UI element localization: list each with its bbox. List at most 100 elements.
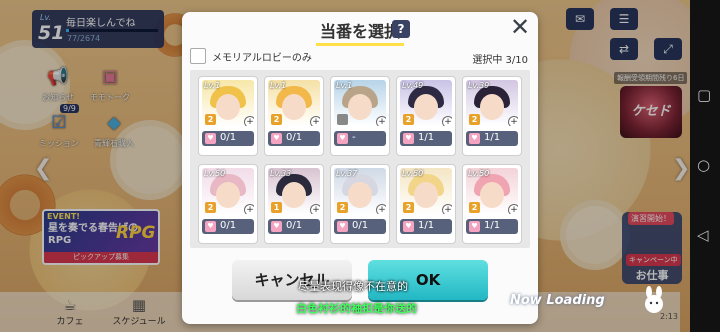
back-square-icon[interactable]: ▢ — [697, 86, 711, 104]
add-icon[interactable]: + — [244, 204, 254, 214]
student-rank: 2 — [337, 202, 348, 213]
now-loading-text: Now Loading — [510, 293, 605, 308]
lobby-count-row: ♥ 1/1 — [400, 131, 452, 146]
student-rank: 2 — [271, 114, 282, 125]
student-portrait: Lv.39 2 + — [466, 80, 518, 126]
student-card[interactable]: Lv.50 2 + ♥ 1/1 — [462, 164, 522, 244]
student-card[interactable]: Lv.33 1 + ♥ 0/1 — [264, 164, 324, 244]
lobby-count: 0/1 — [286, 132, 303, 143]
student-card[interactable]: Lv.50 2 + ♥ 1/1 — [396, 164, 456, 244]
add-icon[interactable]: + — [310, 204, 320, 214]
memorial-icon: ♥ — [271, 221, 282, 232]
lobby-count-row: ♥ 0/1 — [334, 219, 386, 234]
student-rank: 2 — [469, 202, 480, 213]
lobby-count: 0/1 — [286, 220, 303, 231]
student-face — [414, 94, 438, 120]
student-level: Lv.39 — [468, 81, 490, 90]
student-level: Lv.33 — [270, 169, 292, 178]
student-level: Lv.1 — [336, 81, 353, 90]
memorial-lobby-checkbox[interactable] — [190, 48, 206, 64]
android-nav-bar: ▢ ○ ◁ — [690, 0, 720, 332]
student-face — [348, 182, 372, 208]
student-card[interactable]: Lv.1 2 + ♥ 0/1 — [198, 76, 258, 156]
student-level: Lv.1 — [270, 81, 287, 90]
student-rank — [337, 114, 348, 125]
student-level: Lv.50 — [204, 169, 226, 178]
student-portrait: Lv.49 2 + — [400, 80, 452, 126]
add-icon[interactable]: + — [508, 204, 518, 214]
student-portrait: Lv.1 + — [334, 80, 386, 126]
subtitle-line-2: 白色衬衫的袖扣是你送的 — [296, 302, 417, 315]
memorial-icon: ♥ — [469, 221, 480, 232]
student-rank: 2 — [205, 202, 216, 213]
student-rank: 2 — [403, 114, 414, 125]
lobby-count-row: ♥ 1/1 — [466, 219, 518, 234]
lobby-count: 0/1 — [220, 220, 237, 231]
student-level: Lv.1 — [204, 81, 221, 90]
student-face — [480, 182, 504, 208]
student-level: Lv.49 — [402, 81, 424, 90]
lobby-count-row: ♥ 1/1 — [466, 131, 518, 146]
lobby-count-row: ♥ 0/1 — [202, 219, 254, 234]
student-level: Lv.50 — [468, 169, 490, 178]
student-rank: 2 — [469, 114, 480, 125]
lobby-count: 1/1 — [418, 132, 435, 143]
mascot-icon — [645, 286, 663, 313]
close-icon[interactable]: ✕ — [510, 15, 530, 39]
add-icon[interactable]: + — [376, 204, 386, 214]
student-portrait: Lv.50 2 + — [202, 168, 254, 214]
student-card[interactable]: Lv.1 2 + ♥ 0/1 — [264, 76, 324, 156]
memorial-lobby-filter[interactable]: メモリアルロビーのみ — [190, 48, 312, 64]
lobby-count-row: ♥ 0/1 — [268, 219, 320, 234]
lobby-count: 0/1 — [220, 132, 237, 143]
student-level: Lv.37 — [336, 169, 358, 178]
memorial-icon: ♥ — [205, 133, 216, 144]
student-portrait: Lv.1 2 + — [202, 80, 254, 126]
lobby-count-row: ♥ - — [334, 131, 386, 146]
help-icon[interactable]: ? — [392, 20, 410, 38]
lobby-count: - — [352, 132, 356, 143]
dialog-title: 当番を選択 — [315, 18, 404, 46]
lobby-count: 0/1 — [352, 220, 369, 231]
add-icon[interactable]: + — [310, 116, 320, 126]
student-card[interactable]: Lv.50 2 + ♥ 0/1 — [198, 164, 258, 244]
add-icon[interactable]: + — [508, 116, 518, 126]
memorial-icon: ♥ — [469, 133, 480, 144]
add-icon[interactable]: + — [442, 204, 452, 214]
student-portrait: Lv.50 2 + — [400, 168, 452, 214]
add-icon[interactable]: + — [244, 116, 254, 126]
student-face — [480, 94, 504, 120]
student-face — [348, 94, 372, 120]
lobby-count: 1/1 — [484, 132, 501, 143]
add-icon[interactable]: + — [376, 116, 386, 126]
home-circle-icon[interactable]: ○ — [697, 156, 710, 174]
student-rank: 2 — [403, 202, 414, 213]
lobby-count-row: ♥ 1/1 — [400, 219, 452, 234]
student-face — [282, 182, 306, 208]
student-portrait: Lv.50 2 + — [466, 168, 518, 214]
lobby-count: 1/1 — [484, 220, 501, 231]
memorial-icon: ♥ — [337, 221, 348, 232]
lobby-count-row: ♥ 0/1 — [202, 131, 254, 146]
student-portrait: Lv.37 2 + — [334, 168, 386, 214]
student-face — [216, 182, 240, 208]
memorial-icon: ♥ — [403, 133, 414, 144]
student-face — [216, 94, 240, 120]
back-triangle-icon[interactable]: ◁ — [697, 226, 709, 244]
memorial-icon: ♥ — [403, 221, 414, 232]
student-card[interactable]: Lv.39 2 + ♥ 1/1 — [462, 76, 522, 156]
student-face — [282, 94, 306, 120]
student-card[interactable]: Lv.37 2 + ♥ 0/1 — [330, 164, 390, 244]
student-face — [414, 182, 438, 208]
add-icon[interactable]: + — [442, 116, 452, 126]
memorial-icon: ♥ — [271, 133, 282, 144]
student-portrait: Lv.33 1 + — [268, 168, 320, 214]
lobby-count-row: ♥ 0/1 — [268, 131, 320, 146]
student-card[interactable]: Lv.49 2 + ♥ 1/1 — [396, 76, 456, 156]
selected-count: 選択中 3/10 — [472, 55, 528, 66]
student-level: Lv.50 — [402, 169, 424, 178]
student-rank: 2 — [205, 114, 216, 125]
student-card[interactable]: Lv.1 + ♥ - — [330, 76, 390, 156]
student-rank: 1 — [271, 202, 282, 213]
memorial-icon: ♥ — [337, 133, 348, 144]
